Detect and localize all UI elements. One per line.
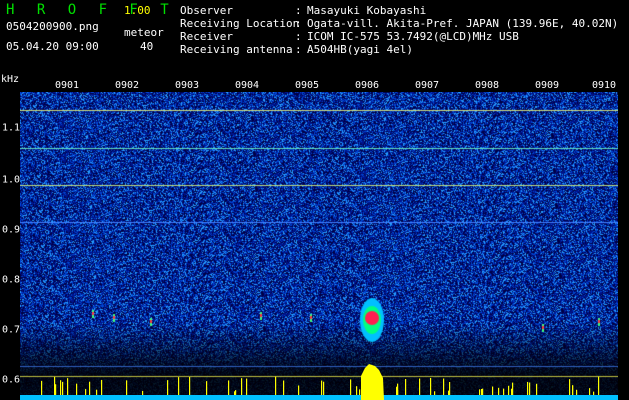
echo-bar [96,389,98,395]
echo-bar [246,378,248,395]
echo-bar [41,380,43,395]
echo-bar [508,385,510,395]
echo-bar [62,381,64,395]
echo-bar [76,383,78,395]
echo-bar [323,381,325,395]
echo-bar [67,378,69,395]
echo-bar [448,390,450,395]
record-datetime: 05.04.20 09:00 [6,40,99,53]
echo-bar [598,376,600,395]
echo-bar [85,389,87,395]
time-tick: 0907 [414,80,440,91]
app-version: 1.00 [124,4,151,17]
echo-bar [54,376,56,395]
info-key: Receiver [180,30,233,43]
echo-bar [283,380,285,395]
echo-bar [405,378,407,395]
info-row-location: Receiving Location: Ogata-vill. Akita-Pr… [180,17,618,30]
info-value: Ogata-vill. Akita-Pref. JAPAN (139.96E, … [307,17,619,30]
echo-bar [234,391,236,395]
echo-bar [593,391,595,395]
freq-tick: 0.8 [2,274,21,286]
echo-bar [492,386,494,395]
header-panel: H R O F F T 1.00 0504200900.png 05.04.20… [0,0,629,78]
time-tick: 0902 [114,80,140,91]
echo-bar [126,380,128,395]
info-separator: : [295,17,309,30]
info-row-antenna: Receiving antenna: A504HB(yagi 4el) [180,43,618,56]
echo-bar [275,376,277,395]
spectrogram-canvas [20,92,618,400]
info-row-observer: Observer: Masayuki Kobayashi [180,4,618,17]
echo-bar-peak [361,364,384,400]
echo-bar [503,388,505,395]
bar-baseline [20,395,618,400]
time-tick: 0903 [174,80,200,91]
echo-bar [576,389,578,395]
meteor-label: meteor [124,26,164,39]
echo-bar [321,380,323,395]
meteor-echo-bars [20,364,618,400]
echo-bar [419,378,421,395]
freq-tick: 1.0 [2,174,21,186]
time-axis: 0901 0902 0903 0904 0905 0906 0907 0908 … [0,78,629,92]
echo-bar [167,380,169,395]
info-separator: : [295,30,309,43]
time-tick: 0906 [354,80,380,91]
info-row-receiver: Receiver: ICOM IC-575 53.7492(@LCD)MHz U… [180,30,618,43]
freq-tick: 0.7 [2,324,21,336]
time-tick: 0908 [474,80,500,91]
echo-bar [589,388,591,395]
time-tick: 0909 [534,80,560,91]
echo-bar [569,379,571,395]
freq-tick: 0.9 [2,224,21,236]
info-key: Observer [180,4,233,17]
echo-bar [189,377,191,395]
meteor-count: 40 [140,40,154,53]
echo-bar [572,385,574,395]
echo-bar [298,385,300,395]
echo-bar [536,383,538,395]
freq-tick: 1.1 [2,122,21,134]
echo-bar [350,379,352,395]
file-name: 0504200900.png [6,20,99,33]
echo-bar [101,379,103,395]
echo-bar [142,390,144,395]
info-value: ICOM IC-575 53.7492(@LCD)MHz USB [307,30,519,43]
echo-bar [228,380,230,395]
time-tick: 0905 [294,80,320,91]
time-tick: 0904 [234,80,260,91]
info-separator: : [295,43,309,56]
info-key: Receiving Location [180,17,300,30]
info-value: Masayuki Kobayashi [307,4,427,17]
echo-bar [241,378,243,395]
echo-bar [89,381,91,395]
echo-bar [396,386,398,395]
echo-bar [356,386,358,395]
echo-bar [206,381,208,395]
echo-bar [512,382,514,395]
time-tick: 0910 [591,80,617,91]
echo-bar [443,378,445,395]
echo-bar [178,377,180,395]
echo-bar [527,381,529,395]
echo-bar [498,387,500,395]
echo-bar [529,382,531,395]
echo-bar [60,380,62,395]
echo-bar [430,377,432,395]
info-value: A504HB(yagi 4el) [307,43,413,56]
freq-tick: 0.6 [2,374,21,386]
info-separator: : [295,4,309,17]
info-key: Receiving antenna [180,43,293,56]
echo-bar [481,389,483,395]
echo-bar [359,389,361,395]
time-tick: 0901 [54,80,80,91]
station-info: Observer: Masayuki Kobayashi Receiving L… [180,4,618,56]
echo-bar [479,389,481,395]
echo-bar [434,391,436,395]
